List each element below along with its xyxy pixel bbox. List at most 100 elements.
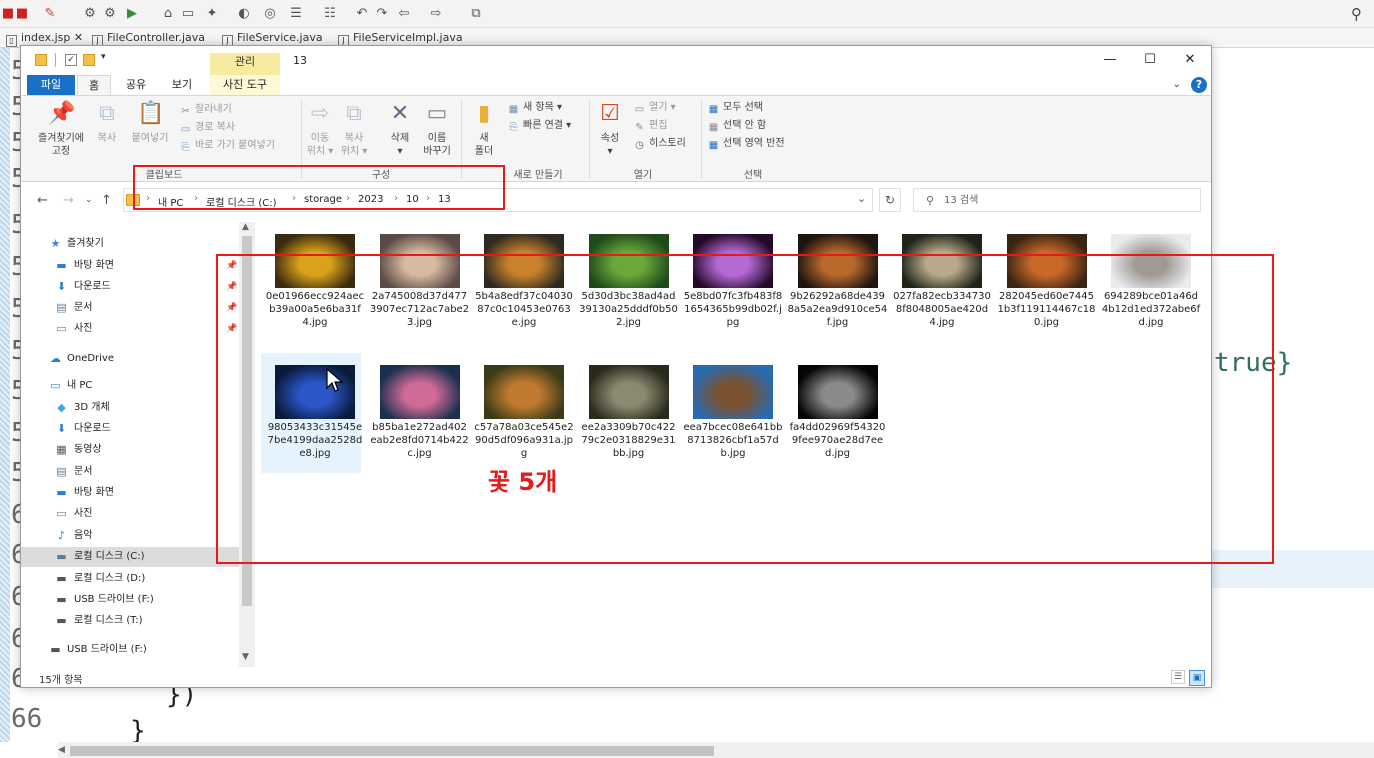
rename-button[interactable]: ▭ 이름 바꾸기: [417, 100, 457, 158]
close-button[interactable]: ✕: [1169, 46, 1211, 74]
search-box[interactable]: ⚲: [913, 188, 1201, 212]
manage-context-tab[interactable]: 관리: [210, 53, 280, 75]
nav-item[interactable]: ▬ 로컬 디스크 (C:): [21, 547, 239, 567]
tab-file-service[interactable]: J FileService.java: [222, 30, 323, 47]
paste-shortcut-button[interactable]: ⎘ 바로 가기 붙여넣기: [179, 138, 275, 154]
maximize-button[interactable]: ☐: [1129, 46, 1171, 74]
select-none-button[interactable]: ▦ 선택 안 함: [707, 118, 766, 134]
nav-item[interactable]: ▭ 사진: [21, 504, 239, 524]
nav-item[interactable]: ▬ USB 드라이브 (F:): [21, 590, 239, 610]
new-folder-icon: ▮: [477, 101, 491, 126]
folder-icon[interactable]: ▭: [180, 6, 196, 22]
annotation-icon[interactable]: ☰: [288, 6, 304, 22]
refresh-icon[interactable]: ↻: [879, 188, 901, 212]
tab-file-service-impl[interactable]: J FileServiceImpl.java: [338, 30, 463, 47]
paste-button[interactable]: 📋 붙여넣기: [127, 100, 173, 145]
nav-item[interactable]: ▬ 로컬 디스크 (D:): [21, 569, 239, 589]
tab-picture-tools[interactable]: 사진 도구: [210, 75, 280, 95]
chevron-down-icon[interactable]: ⌄: [1173, 79, 1181, 90]
button-label: 복사: [97, 133, 117, 144]
back-arrow-icon[interactable]: ←: [37, 193, 48, 208]
horizontal-scrollbar[interactable]: ◀: [58, 742, 1374, 758]
nav-item[interactable]: ★ 즐겨찾기: [21, 234, 239, 254]
close-icon[interactable]: ✕: [74, 31, 83, 44]
nav-item[interactable]: ▭ 사진 📌: [21, 319, 239, 339]
history-button[interactable]: ◷ 히스토리: [633, 136, 686, 152]
nav-item[interactable]: ▬ 로컬 디스크 (T:): [21, 611, 239, 631]
open-button[interactable]: ▭ 열기 ▾: [633, 100, 676, 116]
terminate-icon[interactable]: ■: [14, 6, 30, 22]
scroll-up-icon[interactable]: ▲: [242, 222, 249, 232]
wand-icon[interactable]: ✦: [204, 6, 220, 22]
minimize-button[interactable]: —: [1089, 46, 1131, 74]
select-all-button[interactable]: ▦ 모두 선택: [707, 100, 763, 116]
help-icon[interactable]: ?: [1191, 77, 1207, 93]
nav-item[interactable]: ◆ 3D 개체: [21, 398, 239, 418]
nav-item[interactable]: ⬇ 다운로드: [21, 419, 239, 439]
invert-selection-button[interactable]: ▦ 선택 영역 반전: [707, 136, 785, 152]
pin-quick-access-button[interactable]: 📌 즐겨찾기에 고정: [29, 100, 93, 158]
tab-index-jsp[interactable]: ▯ index.jsp ✕: [6, 30, 83, 47]
scroll-down-icon[interactable]: ▼: [242, 652, 249, 662]
scrollbar-thumb[interactable]: [70, 746, 714, 756]
build-icon[interactable]: ⚙: [82, 6, 98, 22]
tab-file[interactable]: 파일: [27, 75, 75, 95]
properties-button[interactable]: ☑ 속성 ▾: [593, 100, 627, 158]
copy-path-button[interactable]: ▭ 경로 복사: [179, 120, 235, 136]
button-label: 편집: [649, 120, 668, 131]
delete-button[interactable]: ✕ 삭제 ▾: [383, 100, 417, 158]
scroll-left-icon[interactable]: ◀: [58, 742, 65, 758]
tab-home[interactable]: 홈: [77, 75, 111, 95]
search-icon[interactable]: ⚲: [1351, 5, 1362, 23]
nav-item[interactable]: ▬ 바탕 화면: [21, 483, 239, 503]
open-type-icon[interactable]: ⌂: [160, 6, 176, 22]
quick-access-dropdown-icon[interactable]: ▾: [101, 52, 111, 64]
nav-item[interactable]: ⬇ 다운로드 📌: [21, 277, 239, 297]
new-folder-icon[interactable]: [83, 54, 95, 66]
nav-item[interactable]: ▦ 동영상: [21, 440, 239, 460]
title-bar[interactable]: ✓ ▾ 관리 13 — ☐ ✕: [21, 46, 1211, 76]
large-icons-view-icon[interactable]: ▣: [1189, 670, 1205, 686]
recent-dropdown-icon[interactable]: ⌄: [85, 195, 93, 205]
easy-access-button[interactable]: ⎘ 빠른 연결 ▾: [507, 118, 572, 134]
forward-arrow-icon[interactable]: →: [63, 193, 74, 208]
nav-item[interactable]: ▤ 문서: [21, 462, 239, 482]
search-input[interactable]: [944, 192, 1194, 208]
properties-check-icon[interactable]: ✓: [65, 54, 77, 66]
nav-item[interactable]: ♪ 음악: [21, 526, 239, 546]
tab-file-controller[interactable]: J FileController.java: [92, 30, 205, 47]
nav-item[interactable]: ▬ USB 드라이브 (F:): [21, 640, 239, 660]
globe-icon[interactable]: ◎: [262, 6, 278, 22]
nav-item[interactable]: ▬ 바탕 화면 📌: [21, 256, 239, 276]
redo-icon[interactable]: ↷: [374, 6, 390, 22]
tab-view[interactable]: 보기: [163, 75, 201, 95]
mouse-cursor-icon: [326, 368, 344, 392]
new-folder-button[interactable]: ▮ 새 폴더: [467, 100, 501, 158]
address-history-dropdown-icon[interactable]: ⌄: [857, 192, 866, 205]
run-icon[interactable]: ▶: [124, 6, 140, 22]
nav-item[interactable]: ▭ 내 PC: [21, 376, 239, 396]
move-icon: ⇨: [310, 101, 330, 126]
up-arrow-icon[interactable]: ↑: [101, 193, 112, 208]
copy-button[interactable]: ⧉ 복사: [93, 100, 121, 145]
annotation-next-icon[interactable]: ☷: [322, 6, 338, 22]
edit-button[interactable]: ✎ 편집: [633, 118, 667, 134]
new-window-icon[interactable]: ⧉: [468, 6, 484, 22]
back-icon[interactable]: ⇦: [396, 6, 412, 22]
tab-share[interactable]: 공유: [117, 75, 155, 95]
details-view-icon[interactable]: ☰: [1171, 670, 1185, 684]
copy-to-button[interactable]: ⧉ 복사 위치 ▾: [337, 100, 371, 158]
forward-icon[interactable]: ⇨: [428, 6, 444, 22]
move-to-button[interactable]: ⇨ 이동 위치 ▾: [303, 100, 337, 158]
nav-item-label: 로컬 디스크 (T:): [74, 615, 143, 626]
perspective-icon[interactable]: ◐: [236, 6, 252, 22]
nav-item[interactable]: ▤ 문서 📌: [21, 298, 239, 318]
cut-button[interactable]: ✂ 잘라내기: [179, 102, 232, 118]
debug-icon[interactable]: ✎: [42, 6, 58, 22]
gear-icon[interactable]: ⚙: [102, 6, 118, 22]
nav-item[interactable]: ☁ OneDrive: [21, 349, 239, 369]
history-icon: ◷: [635, 140, 644, 151]
nav-item-label: 동영상: [74, 444, 102, 455]
undo-icon[interactable]: ↶: [354, 6, 370, 22]
new-item-button[interactable]: ▦ 새 항목 ▾: [507, 100, 562, 116]
